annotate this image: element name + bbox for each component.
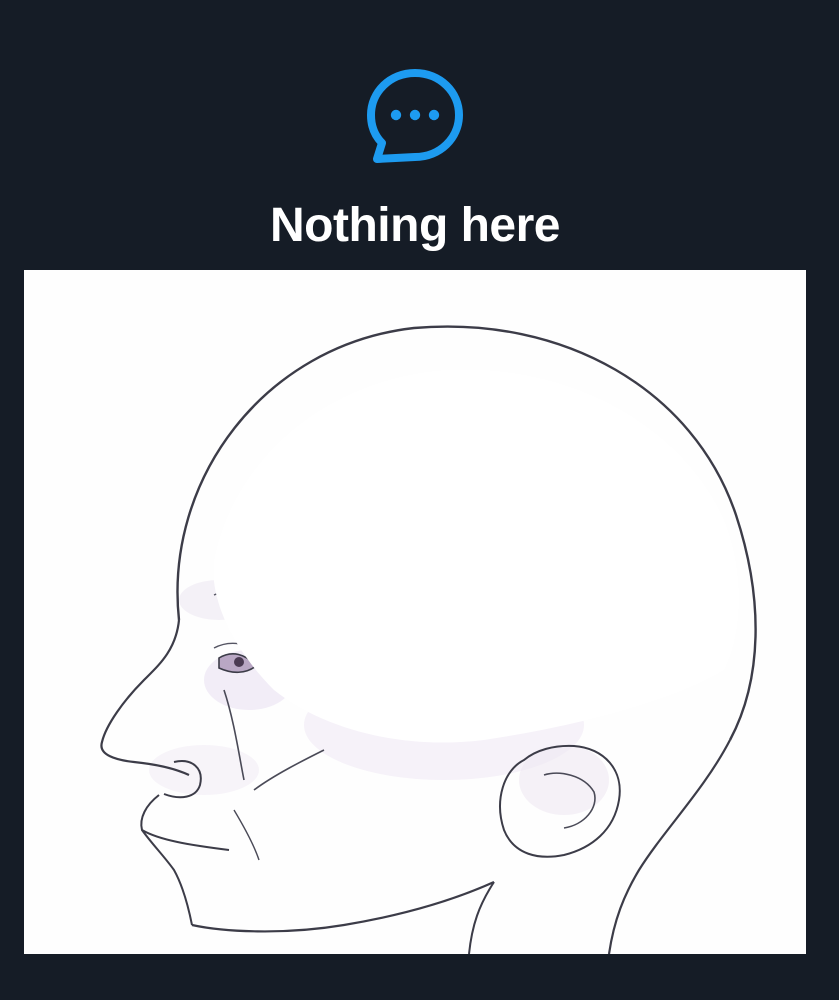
head-sketch-image (24, 270, 806, 954)
empty-state: Nothing here (0, 0, 839, 270)
chat-bubble-ellipsis-icon (365, 67, 465, 167)
empty-state-title: Nothing here (270, 199, 561, 252)
